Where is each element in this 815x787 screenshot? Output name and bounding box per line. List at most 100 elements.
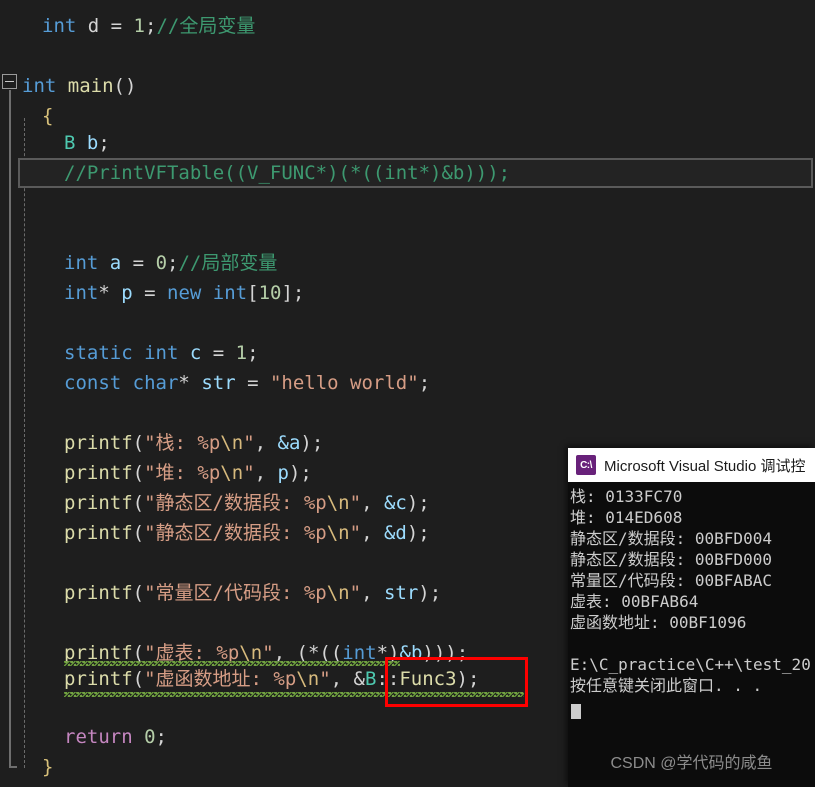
code-line[interactable]: printf("静态区/数据段: %p\n", &c); [0, 488, 430, 518]
code-token: const [64, 372, 122, 394]
code-line[interactable]: } [0, 752, 53, 782]
code-token: static [64, 342, 133, 364]
console-output: 栈: 0133FC70 堆: 014ED608 静态区/数据段: 00BFD004 静… [568, 482, 815, 696]
code-token: \n [326, 522, 350, 544]
code-token: , [254, 462, 278, 484]
console-output-line: 静态区/数据段: 00BFD000 [570, 550, 772, 569]
console-output-line: 按任意键关闭此窗口. . . [570, 676, 763, 695]
code-token: str [383, 582, 419, 604]
code-token: ]; [281, 282, 305, 304]
debug-console-window[interactable]: C:\ Microsoft Visual Studio 调试控 栈: 0133F… [568, 448, 815, 787]
console-output-line: 栈: 0133FC70 [570, 487, 683, 506]
code-token: ; [418, 372, 431, 394]
code-line[interactable]: { [0, 101, 53, 131]
code-token: & [353, 668, 365, 690]
code-token: str [201, 372, 236, 394]
code-line[interactable]: printf("虚函数地址: %p\n", &B::Func3); [0, 664, 479, 694]
code-token: "静态区/数据段: %p [144, 492, 327, 514]
code-token: Func3 [399, 668, 457, 690]
code-line[interactable]: B b; [0, 128, 110, 158]
console-output-line: 虚函数地址: 00BF1096 [570, 613, 747, 632]
code-token: c [189, 342, 202, 364]
code-token: " [243, 462, 255, 484]
code-token: * [98, 282, 122, 304]
code-token: "静态区/数据段: %p [144, 522, 327, 544]
code-token: printf [64, 522, 133, 544]
console-output-line: 堆: 014ED608 [570, 508, 683, 527]
code-token: 1 [235, 342, 248, 364]
code-token: \n [326, 582, 350, 604]
code-token: = [201, 342, 236, 364]
code-token: ( [132, 432, 145, 454]
code-line[interactable]: int* p = new int[10]; [0, 278, 304, 308]
code-token: //PrintVFTable((V_FUNC*)(*((int*)&b))); [64, 162, 511, 184]
code-token: " [349, 522, 362, 544]
code-token: = [121, 252, 156, 274]
console-output-line: 常量区/代码段: 00BFABAC [570, 571, 772, 590]
code-token: "虚函数地址: %p [144, 668, 297, 690]
code-token: ); [406, 492, 430, 514]
code-token: int [144, 342, 179, 364]
code-token: &d [383, 522, 407, 544]
code-token: a [109, 252, 122, 274]
code-token: , [361, 492, 384, 514]
code-token: ; [98, 132, 110, 154]
console-app-icon: C:\ [576, 455, 596, 475]
console-output-line: 虚表: 00BFAB64 [570, 592, 699, 611]
code-token: [ [247, 282, 259, 304]
code-token: &b [399, 642, 423, 664]
code-token: ( [132, 668, 145, 690]
code-token: B [64, 132, 76, 154]
code-token: printf [64, 492, 133, 514]
code-line[interactable]: return 0; [0, 722, 167, 752]
code-line[interactable]: const char* str = "hello world"; [0, 368, 430, 398]
code-line[interactable]: int d = 1;//全局变量 [0, 11, 255, 41]
code-token: = [235, 372, 270, 394]
code-token: \n [220, 432, 244, 454]
csdn-watermark: CSDN @学代码的咸鱼 [610, 755, 773, 772]
code-token: ( [132, 462, 145, 484]
code-token: int [212, 282, 248, 304]
code-line[interactable]: printf("常量区/代码段: %p\n", str); [0, 578, 441, 608]
code-line[interactable]: static int c = 1; [0, 338, 259, 368]
code-token: char [132, 372, 179, 394]
code-line[interactable]: printf("堆: %p\n", p); [0, 458, 312, 488]
code-token: ); [300, 432, 324, 454]
console-titlebar[interactable]: C:\ Microsoft Visual Studio 调试控 [568, 448, 815, 482]
code-token: &a [277, 432, 301, 454]
code-token: main [67, 75, 114, 97]
console-title: Microsoft Visual Studio 调试控 [604, 457, 806, 475]
code-token: , [330, 668, 354, 690]
code-token: " [349, 492, 362, 514]
code-token: * [178, 372, 202, 394]
code-token: () [113, 75, 137, 97]
code-line[interactable]: printf("栈: %p\n", &a); [0, 428, 323, 458]
code-token: &c [383, 492, 407, 514]
code-token: \n [220, 462, 244, 484]
code-token: "栈: %p [144, 432, 221, 454]
code-line[interactable]: printf("静态区/数据段: %p\n", &d); [0, 518, 430, 548]
code-token: } [42, 756, 54, 778]
code-token: B [364, 668, 377, 690]
code-token: "堆: %p [144, 462, 221, 484]
console-cursor [571, 704, 581, 719]
code-line[interactable]: int main() [0, 71, 136, 101]
code-line[interactable]: //PrintVFTable((V_FUNC*)(*((int*)&b))); [0, 158, 510, 188]
code-token: { [42, 105, 54, 127]
console-output-line: E:\C_practice\C++\test_20 [570, 655, 811, 674]
code-token: ); [418, 582, 442, 604]
code-token: d = [76, 15, 134, 37]
code-token: new [167, 282, 202, 304]
code-token: , [361, 582, 384, 604]
code-line[interactable]: int a = 0;//局部变量 [0, 248, 277, 278]
code-token: int [64, 282, 99, 304]
code-token: 0 [144, 726, 156, 748]
code-token: ; [155, 726, 167, 748]
error-squiggle-vfunc [64, 692, 524, 697]
